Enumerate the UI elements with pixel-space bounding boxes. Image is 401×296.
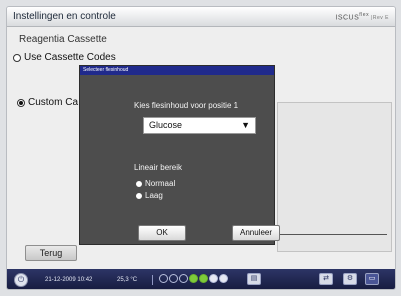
dropdown-arrow-icon[interactable]: ▼ [241, 118, 250, 133]
ok-button[interactable]: OK [138, 225, 186, 241]
range-label: Lineair bereik [134, 163, 183, 172]
dialog-prompt: Kies flesinhoud voor positie 1 [134, 101, 239, 110]
custom-label: Custom Ca [28, 97, 79, 108]
use-cassette-label: Use Cassette Codes [24, 52, 116, 63]
pod-icon [209, 274, 218, 283]
main-window: Instellingen en controle ISCUSflex|Rev E… [6, 6, 396, 290]
brand-name: ISCUS [335, 14, 360, 22]
section-title: Reagentia Cassette [19, 34, 107, 45]
content-panel [277, 102, 392, 252]
sample-icon[interactable]: ⇄ [319, 273, 333, 285]
select-value: Glucose [149, 120, 183, 130]
range-normal-label: Normaal [145, 179, 176, 188]
sample-icon[interactable]: ▤ [247, 273, 261, 285]
pod-icon [219, 274, 228, 283]
cassette-status [159, 274, 228, 283]
select-content-dialog: Selecteer flesinhoud Kies flesinhoud voo… [79, 65, 280, 245]
monitor-icon[interactable]: ▭ [365, 273, 379, 285]
power-icon[interactable]: ⏻ [14, 273, 28, 287]
back-button[interactable]: Terug [25, 245, 77, 261]
radio-icon[interactable] [136, 192, 142, 199]
brand-sup: flex [359, 12, 370, 18]
pod-icon [189, 274, 198, 283]
use-cassette-option[interactable]: Use Cassette Codes [13, 52, 116, 63]
pod-icon [179, 274, 188, 283]
dialog-title: Selecteer flesinhoud [83, 67, 129, 73]
divider [152, 275, 153, 285]
gear-icon[interactable]: ⚙ [343, 273, 357, 285]
temperature: 25,3 °C [117, 277, 138, 283]
content-select[interactable]: Glucose ▼ [143, 117, 256, 134]
dialog-header: Selecteer flesinhoud [80, 66, 274, 75]
range-low-label: Laag [145, 191, 163, 200]
page-title: Instellingen en controle [13, 11, 116, 22]
radio-icon[interactable] [13, 53, 21, 62]
pod-icon [159, 274, 168, 283]
range-low-option[interactable]: Laag [136, 191, 163, 200]
datetime: 21-12-2009 10:42 [45, 277, 93, 283]
pod-icon [169, 274, 178, 283]
divider [277, 234, 387, 235]
radio-selected-icon[interactable] [17, 98, 25, 107]
revision-label: |Rev E [371, 15, 389, 22]
status-bar: ⏻ 21-12-2009 10:42 25,3 °C ▤ ⇄ ⚙ ▭ [7, 269, 395, 289]
radio-selected-icon[interactable] [136, 180, 142, 187]
pod-icon [199, 274, 208, 283]
cancel-button[interactable]: Annuleer [232, 225, 280, 241]
brand-logo: ISCUSflex|Rev E [335, 12, 389, 21]
range-normal-option[interactable]: Normaal [136, 179, 175, 188]
custom-option[interactable]: Custom Ca [17, 97, 78, 108]
title-bar: Instellingen en controle ISCUSflex|Rev E [7, 7, 395, 27]
